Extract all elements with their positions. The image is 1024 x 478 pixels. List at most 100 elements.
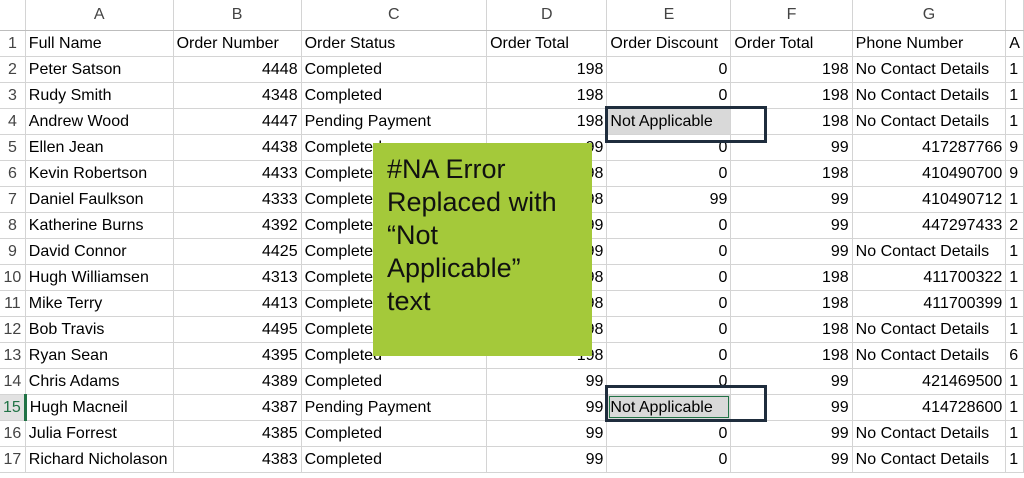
cell[interactable]: 410490712 — [852, 186, 1007, 213]
cell[interactable]: Julia Forrest — [25, 420, 174, 447]
cell[interactable]: Ryan Sean — [25, 342, 174, 369]
cell[interactable]: 0 — [606, 290, 732, 317]
cell[interactable]: 4383 — [173, 446, 302, 473]
cell[interactable]: 0 — [606, 446, 732, 473]
cell[interactable]: Hugh Macneil — [25, 394, 174, 421]
header-cell[interactable]: Full Name — [25, 30, 174, 57]
cell[interactable]: 198 — [730, 342, 853, 369]
cell[interactable]: 0 — [606, 316, 732, 343]
row-header[interactable]: 6 — [0, 160, 26, 187]
cell[interactable]: Rudy Smith — [25, 82, 174, 109]
cell[interactable]: Completed — [301, 420, 488, 447]
cell[interactable]: 4392 — [173, 212, 302, 239]
column-header-E[interactable]: E — [606, 0, 732, 31]
cell[interactable]: 421469500 — [852, 368, 1007, 395]
column-header-C[interactable]: C — [301, 0, 488, 31]
cell[interactable]: 0 — [606, 264, 732, 291]
row-header[interactable]: 17 — [0, 446, 26, 473]
cell[interactable]: No Contact Details — [852, 82, 1007, 109]
cell[interactable]: 4495 — [173, 316, 302, 343]
cell[interactable]: Completed — [301, 82, 488, 109]
cell[interactable]: Bob Travis — [25, 316, 174, 343]
row-header[interactable]: 1 — [0, 30, 26, 57]
cell[interactable]: 0 — [606, 160, 732, 187]
row-header[interactable]: 8 — [0, 212, 26, 239]
cell[interactable]: Completed — [301, 368, 488, 395]
row-header[interactable]: 3 — [0, 82, 26, 109]
cell[interactable]: 4425 — [173, 238, 302, 265]
cell[interactable]: 6 — [1005, 342, 1024, 369]
cell[interactable]: 4387 — [173, 394, 302, 421]
column-header-F[interactable]: F — [730, 0, 853, 31]
cell[interactable]: 9 — [1005, 160, 1024, 187]
row-header[interactable]: 7 — [0, 186, 26, 213]
cell[interactable]: No Contact Details — [852, 446, 1007, 473]
header-cell[interactable]: Order Number — [173, 30, 302, 57]
cell[interactable]: 4448 — [173, 56, 302, 83]
cell[interactable]: 1 — [1005, 394, 1024, 421]
row-header[interactable]: 10 — [0, 264, 26, 291]
cell[interactable]: Katherine Burns — [25, 212, 174, 239]
cell[interactable]: 0 — [606, 238, 732, 265]
cell[interactable]: Richard Nicholason — [25, 446, 174, 473]
cell[interactable]: 198 — [730, 82, 853, 109]
cell[interactable]: 198 — [730, 160, 853, 187]
cell[interactable]: 4348 — [173, 82, 302, 109]
cell[interactable]: 4433 — [173, 160, 302, 187]
cell[interactable]: David Connor — [25, 238, 174, 265]
row-header[interactable]: 14 — [0, 368, 26, 395]
cell[interactable]: 99 — [730, 420, 853, 447]
cell[interactable]: 198 — [730, 56, 853, 83]
column-header-A[interactable]: A — [25, 0, 174, 31]
cell[interactable]: 1 — [1005, 238, 1024, 265]
cell[interactable]: 4413 — [173, 290, 302, 317]
header-cell[interactable]: A — [1005, 30, 1024, 57]
cell[interactable]: 4313 — [173, 264, 302, 291]
cell[interactable]: 99 — [730, 186, 853, 213]
row-header[interactable]: 9 — [0, 238, 26, 265]
cell[interactable]: 417287766 — [852, 134, 1007, 161]
cell[interactable]: No Contact Details — [852, 316, 1007, 343]
cell[interactable]: 4438 — [173, 134, 302, 161]
row-header[interactable]: 12 — [0, 316, 26, 343]
cell[interactable]: 0 — [606, 82, 732, 109]
cell[interactable]: 9 — [1005, 134, 1024, 161]
cell[interactable]: 4389 — [173, 368, 302, 395]
row-header[interactable]: 13 — [0, 342, 26, 369]
cell[interactable]: Daniel Faulkson — [25, 186, 174, 213]
cell[interactable]: 410490700 — [852, 160, 1007, 187]
cell[interactable]: 198 — [730, 290, 853, 317]
cell[interactable]: 0 — [606, 420, 732, 447]
header-cell[interactable]: Order Discount — [606, 30, 732, 57]
row-header[interactable]: 2 — [0, 56, 26, 83]
cell[interactable]: No Contact Details — [852, 56, 1007, 83]
cell[interactable]: 414728600 — [852, 394, 1007, 421]
cell[interactable]: 1 — [1005, 186, 1024, 213]
cell[interactable]: 198 — [730, 264, 853, 291]
cell[interactable]: 99 — [486, 446, 608, 473]
cell[interactable]: 1 — [1005, 446, 1024, 473]
cell[interactable]: 4385 — [173, 420, 302, 447]
header-cell[interactable]: Order Status — [301, 30, 488, 57]
row-header[interactable]: 15 — [0, 394, 27, 421]
cell[interactable]: Peter Satson — [25, 56, 174, 83]
cell[interactable]: 411700399 — [852, 290, 1007, 317]
select-all-corner[interactable] — [0, 0, 26, 31]
cell[interactable]: 99 — [486, 394, 608, 421]
cell[interactable]: 411700322 — [852, 264, 1007, 291]
cell[interactable]: 1 — [1005, 368, 1024, 395]
column-header-G[interactable]: G — [852, 0, 1007, 31]
header-cell[interactable]: Phone Number — [852, 30, 1007, 57]
column-header-B[interactable]: B — [173, 0, 302, 31]
cell[interactable]: Ellen Jean — [25, 134, 174, 161]
cell[interactable]: 99 — [486, 420, 608, 447]
cell[interactable]: 1 — [1005, 316, 1024, 343]
cell[interactable]: 1 — [1005, 82, 1024, 109]
row-header[interactable]: 16 — [0, 420, 26, 447]
cell[interactable]: Mike Terry — [25, 290, 174, 317]
cell[interactable]: 4333 — [173, 186, 302, 213]
cell[interactable]: 1 — [1005, 420, 1024, 447]
cell[interactable]: No Contact Details — [852, 238, 1007, 265]
row-header[interactable]: 11 — [0, 290, 26, 317]
cell[interactable]: 447297433 — [852, 212, 1007, 239]
